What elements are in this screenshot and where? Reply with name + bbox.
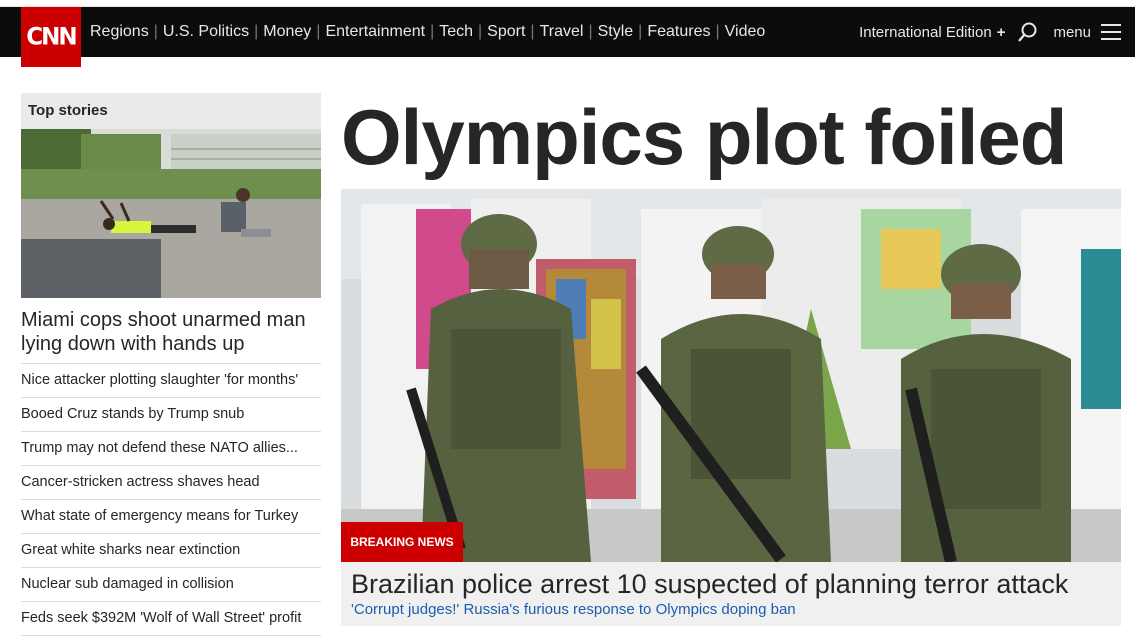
nav-item-entertainment[interactable]: Entertainment (325, 23, 425, 41)
edition-plus: + (996, 23, 1006, 41)
top-stories-header: Top stories (21, 93, 321, 129)
nav-item-regions[interactable]: Regions (90, 23, 149, 41)
section-nav: Regions | U.S. Politics | Money | Entertain… (90, 7, 765, 57)
edition-label: International Edition (859, 23, 992, 41)
hero-image[interactable] (341, 189, 1121, 562)
cnn-logo[interactable]: CNN (21, 7, 81, 67)
nav-item-travel[interactable]: Travel (540, 23, 584, 41)
lead-story-headline[interactable]: Miami cops shoot unarmed man lying down … (21, 298, 321, 364)
hamburger-icon[interactable] (1101, 24, 1121, 40)
nav-separator: | (153, 23, 158, 40)
nav-separator: | (254, 23, 259, 40)
nav-separator: | (715, 23, 720, 40)
nav-item-us-politics[interactable]: U.S. Politics (163, 23, 249, 41)
breaking-news-badge: BREAKING NEWS (341, 522, 463, 562)
nav-item-style[interactable]: Style (598, 23, 634, 41)
nav-item-video[interactable]: Video (725, 23, 766, 41)
top-nav-bar: CNN Regions | U.S. Politics | Money | Enter… (0, 7, 1135, 67)
hero-caption-title[interactable]: Brazilian police arrest 10 suspected of … (351, 568, 1111, 600)
nav-item-money[interactable]: Money (263, 23, 311, 41)
story-link[interactable]: Booed Cruz stands by Trump snub (21, 398, 321, 432)
hero-caption: Brazilian police arrest 10 suspected of … (341, 562, 1121, 626)
search-icon[interactable] (1017, 21, 1039, 43)
logo-text: CNN (26, 23, 77, 51)
edition-selector[interactable]: International Edition + (859, 24, 1005, 41)
story-link[interactable]: Great white sharks near extinction (21, 534, 321, 568)
main-headline[interactable]: Olympics plot foiled (341, 92, 1067, 183)
story-link[interactable]: What state of emergency means for Turkey (21, 500, 321, 534)
menu-label[interactable]: menu (1053, 24, 1091, 41)
top-stories-panel: Top stories Miami cops shoot unarmed man… (21, 93, 321, 636)
nav-separator: | (478, 23, 483, 40)
story-link[interactable]: Feds seek $392M 'Wolf of Wall Street' pr… (21, 602, 321, 636)
nav-item-sport[interactable]: Sport (487, 23, 525, 41)
nav-separator: | (638, 23, 643, 40)
story-link[interactable]: Nuclear sub damaged in collision (21, 568, 321, 602)
browser-top-strip (0, 0, 1135, 7)
nav-separator: | (430, 23, 435, 40)
lead-story-image[interactable] (21, 129, 321, 298)
story-link[interactable]: Trump may not defend these NATO allies..… (21, 432, 321, 466)
nav-separator: | (316, 23, 321, 40)
story-link[interactable]: Cancer-stricken actress shaves head (21, 466, 321, 500)
nav-separator: | (530, 23, 535, 40)
nav-item-tech[interactable]: Tech (439, 23, 473, 41)
hero-caption-sublink[interactable]: 'Corrupt judges!' Russia's furious respo… (351, 601, 1111, 618)
nav-right: International Edition + menu (859, 7, 1121, 57)
story-link[interactable]: Nice attacker plotting slaughter 'for mo… (21, 364, 321, 398)
nav-separator: | (588, 23, 593, 40)
nav-item-features[interactable]: Features (647, 23, 710, 41)
